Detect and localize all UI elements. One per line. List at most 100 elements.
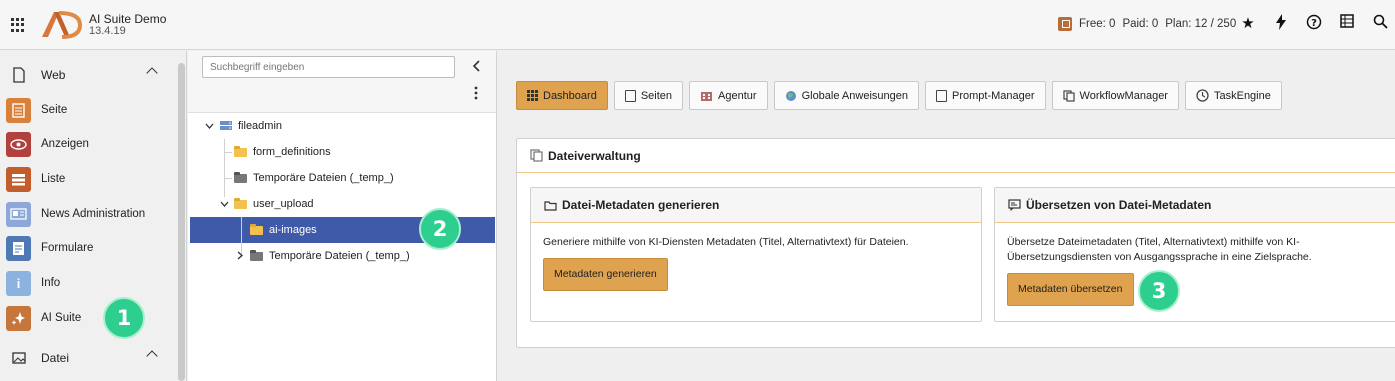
card-description: Übersetze Dateimetadaten (Titel, Alterna… [1007, 236, 1312, 263]
document-icon [935, 89, 947, 102]
building-icon [701, 91, 713, 101]
file-management-section: Dateiverwaltung Datei-Metadaten generier… [516, 138, 1395, 348]
nav-dashboard-button[interactable]: Dashboard [516, 81, 608, 110]
tree-node-label: form_definitions [253, 146, 331, 158]
section-title: Dateiverwaltung [548, 148, 641, 163]
tree-node-temp-nested[interactable]: Temporäre Dateien (_temp_) [235, 243, 410, 269]
tree-node-label: fileadmin [238, 120, 283, 132]
tree-guide-line [224, 139, 225, 197]
bolt-icon[interactable] [1271, 14, 1291, 34]
tree-node-user-upload[interactable]: user_upload [219, 191, 314, 217]
folder-icon [250, 223, 263, 235]
nav-globale-anweisungen-button[interactable]: Globale Anweisungen [773, 81, 919, 110]
chevron-right-icon[interactable] [235, 251, 245, 262]
main-content: Dashboard Seiten Agentur Globale Anweisu… [498, 51, 1395, 381]
document-icon [6, 97, 31, 123]
chevron-down-icon[interactable] [219, 199, 229, 209]
folder-icon [250, 249, 263, 261]
module-label: News Administration [41, 208, 146, 220]
tree-node-fileadmin[interactable]: fileadmin [204, 113, 282, 139]
card-body: Übersetze Dateimetadaten (Titel, Alterna… [995, 223, 1395, 318]
tree-guide-line [224, 152, 232, 153]
module-label: Anzeigen [41, 138, 89, 150]
card-description: Generiere mithilfe von KI-Diensten Metad… [543, 236, 909, 248]
group-label-web: Web [41, 68, 66, 82]
step-badge-2: 2 [419, 208, 461, 250]
nav-label: TaskEngine [1213, 89, 1271, 102]
module-nav: Dashboard Seiten Agentur Globale Anweisu… [516, 81, 1288, 111]
card-body: Generiere mithilfe von KI-Diensten Metad… [531, 223, 981, 303]
folder-outline-icon [544, 200, 557, 211]
tree-node-label: Temporäre Dateien (_temp_) [253, 172, 394, 184]
nav-seiten-button[interactable]: Seiten [613, 81, 684, 110]
card-header: Übersetzen von Datei-Metadaten [995, 188, 1395, 223]
nav-label: Seiten [640, 89, 673, 102]
module-menu-scrollbar[interactable] [178, 63, 185, 381]
nav-label: WorkflowManager [1079, 89, 1168, 102]
tree-node-form-definitions[interactable]: form_definitions [234, 139, 331, 165]
tree-search-input[interactable]: Suchbegriff eingeben [202, 56, 455, 78]
list-rows-icon [6, 166, 31, 192]
card-title: Übersetzen von Datei-Metadaten [1026, 198, 1212, 212]
translate-metadata-card: Übersetzen von Datei-Metadaten Übersetze… [994, 187, 1395, 322]
card-header: Datei-Metadaten generieren [531, 188, 981, 223]
credits-info: Free: 0 Paid: 0 Plan: 12 / 250 [1058, 17, 1243, 31]
search-icon[interactable] [1370, 14, 1390, 34]
module-liste[interactable]: Liste [0, 162, 175, 196]
more-options-icon[interactable] [471, 86, 481, 100]
group-web[interactable]: Web [0, 60, 175, 90]
nav-agentur-button[interactable]: Agentur [689, 81, 768, 110]
chevron-down-icon[interactable] [204, 121, 214, 131]
clock-icon [1196, 89, 1209, 102]
module-ai-suite[interactable]: AI Suite [0, 301, 175, 335]
app-title: AI Suite Demo [89, 12, 167, 26]
collapse-panel-icon[interactable] [472, 59, 482, 73]
module-menu: Web Seite Anzeigen Liste News Administra… [0, 51, 187, 381]
module-anzeigen[interactable]: Anzeigen [0, 127, 175, 161]
nav-taskengine-button[interactable]: TaskEngine [1184, 81, 1282, 110]
eye-icon [6, 131, 31, 157]
help-icon[interactable]: ? [1304, 14, 1324, 34]
tree-guide-line [224, 178, 232, 179]
step-badge-1: 1 [103, 297, 145, 339]
app-version: 13.4.19 [89, 25, 126, 37]
generate-metadata-button[interactable]: Metadaten generieren [543, 258, 668, 291]
tree-node-temp[interactable]: Temporäre Dateien (_temp_) [234, 165, 394, 191]
group-datei[interactable]: Datei [0, 343, 175, 373]
news-icon [6, 201, 31, 227]
info-icon: i [6, 270, 31, 296]
module-label: AI Suite [41, 312, 82, 324]
list-icon[interactable] [1337, 14, 1357, 34]
copy-icon [1062, 89, 1075, 102]
folder-icon [234, 145, 247, 157]
page-icon [624, 89, 636, 102]
top-bar: AI Suite Demo 13.4.19 Free: 0 Paid: 0 Pl… [0, 0, 1395, 50]
tree-node-label: user_upload [253, 198, 314, 210]
credits-paid: Paid: 0 [1122, 18, 1159, 30]
image-icon [12, 352, 26, 364]
folder-icon [234, 197, 247, 209]
group-label-datei: Datei [41, 351, 70, 365]
app-launcher-icon[interactable] [11, 18, 25, 32]
module-news-administration[interactable]: News Administration [0, 197, 175, 231]
credits-free: Free: 0 [1079, 18, 1116, 30]
generate-metadata-card: Datei-Metadaten generieren Generiere mit… [530, 187, 982, 322]
module-seite[interactable]: Seite [0, 93, 175, 127]
logo-icon [42, 11, 82, 39]
storage-icon [220, 121, 232, 130]
chevron-up-icon[interactable] [146, 350, 158, 362]
tree-node-ai-images[interactable]: ai-images [250, 217, 317, 243]
star-icon[interactable]: ★ [1238, 14, 1258, 34]
sparkle-icon [6, 305, 31, 331]
translate-metadata-button[interactable]: Metadaten übersetzen [1007, 273, 1134, 306]
module-info[interactable]: i Info [0, 266, 175, 300]
nav-label: Prompt-Manager [951, 89, 1035, 102]
credits-icon [1058, 17, 1072, 31]
nav-prompt-manager-button[interactable]: Prompt-Manager [924, 81, 1046, 110]
chevron-up-icon[interactable] [146, 67, 158, 79]
module-formulare[interactable]: Formulare [0, 231, 175, 265]
nav-workflowmanager-button[interactable]: WorkflowManager [1051, 81, 1179, 110]
files-icon [530, 149, 543, 162]
module-label: Info [41, 277, 61, 289]
module-label: Liste [41, 173, 66, 185]
